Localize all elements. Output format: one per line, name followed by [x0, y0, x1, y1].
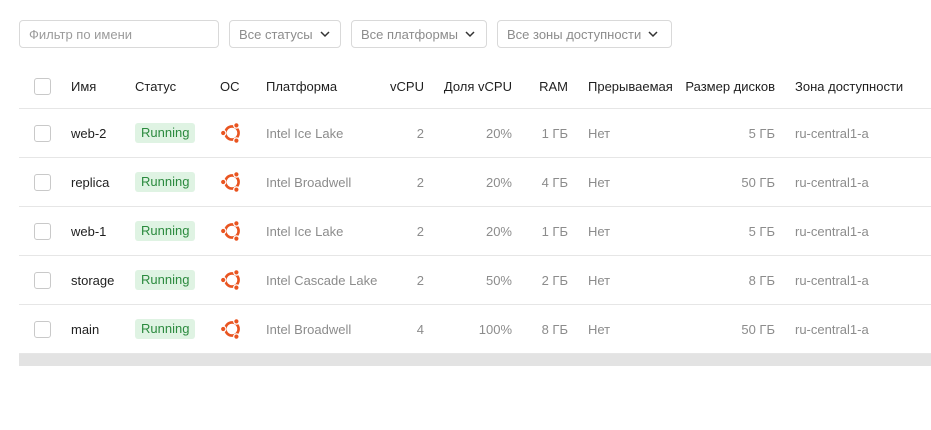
zone-filter-label: Все зоны доступности — [507, 26, 642, 42]
header-name[interactable]: Имя — [71, 64, 135, 109]
vm-name[interactable]: storage — [71, 255, 135, 305]
disk-size-cell: 5 ГБ — [664, 206, 775, 256]
platform-cell: Intel Broadwell — [266, 157, 384, 207]
header-vcpu-share[interactable]: Доля vCPU — [424, 64, 512, 109]
header-os[interactable]: ОС — [220, 64, 266, 109]
vm-table-container: Имя Статус ОС Платформа vCPU Доля vCPU R… — [19, 64, 931, 354]
header-platform[interactable]: Платформа — [266, 64, 384, 109]
ram-cell: 2 ГБ — [512, 255, 568, 305]
table-row[interactable]: storage Running Intel Cascade Lake 2 50% 2 ГБ… — [19, 255, 931, 305]
vcpu-cell: 2 — [384, 157, 424, 207]
vcpu-share-cell: 100% — [424, 304, 512, 354]
table-header-row: Имя Статус ОС Платформа vCPU Доля vCPU R… — [19, 64, 931, 109]
header-status[interactable]: Статус — [135, 64, 220, 109]
vcpu-share-cell: 20% — [424, 108, 512, 158]
preemptible-cell: Нет — [568, 304, 664, 354]
disk-size-cell: 50 ГБ — [664, 157, 775, 207]
disk-size-cell: 50 ГБ — [664, 304, 775, 354]
header-disk-size[interactable]: Размер дисков — [664, 64, 775, 109]
vm-name[interactable]: web-1 — [71, 206, 135, 256]
row-checkbox[interactable] — [34, 124, 51, 142]
vm-name[interactable]: main — [71, 304, 135, 354]
status-badge: Running — [135, 319, 196, 339]
table-row[interactable]: replica Running Intel Broadwell 2 20% 4 ГБ Нет… — [19, 157, 931, 207]
horizontal-scrollbar[interactable] — [19, 354, 931, 366]
vcpu-cell: 2 — [384, 206, 424, 256]
status-filter-select[interactable]: Все статусы — [229, 20, 341, 48]
ubuntu-icon — [219, 219, 244, 243]
status-badge: Running — [135, 270, 196, 290]
preemptible-cell: Нет — [568, 157, 664, 207]
zone-cell: ru-central1-a — [775, 304, 931, 354]
platform-filter-select[interactable]: Все платформы — [351, 20, 487, 48]
row-checkbox[interactable] — [34, 320, 51, 338]
ubuntu-icon — [219, 121, 244, 145]
platform-cell: Intel Ice Lake — [266, 206, 384, 256]
table-body: web-2 Running Intel Ice Lake 2 20% 1 ГБ Нет 5 Г… — [19, 108, 931, 354]
header-preemptible[interactable]: Прерываемая — [568, 64, 673, 109]
disk-size-cell: 8 ГБ — [664, 255, 775, 305]
status-badge: Running — [135, 221, 196, 241]
table-row[interactable]: main Running Intel Broadwell 4 100% 8 ГБ Нет 50… — [19, 304, 931, 354]
zone-cell: ru-central1-a — [775, 206, 931, 256]
vcpu-share-cell: 50% — [424, 255, 512, 305]
vm-name[interactable]: replica — [71, 157, 135, 207]
row-checkbox[interactable] — [34, 271, 51, 289]
ubuntu-icon — [219, 268, 244, 292]
chevron-down-icon — [648, 31, 658, 38]
header-vcpu[interactable]: vCPU — [384, 64, 424, 109]
platform-cell: Intel Cascade Lake — [266, 255, 384, 305]
ubuntu-icon — [219, 170, 244, 194]
platform-cell: Intel Broadwell — [266, 304, 384, 354]
select-all-checkbox[interactable] — [34, 77, 51, 95]
vcpu-cell: 2 — [384, 255, 424, 305]
row-checkbox[interactable] — [34, 173, 51, 191]
preemptible-cell: Нет — [568, 206, 664, 256]
disk-size-cell: 5 ГБ — [664, 108, 775, 158]
name-filter-input[interactable] — [19, 20, 219, 48]
platform-cell: Intel Ice Lake — [266, 108, 384, 158]
chevron-down-icon — [320, 31, 330, 38]
table-row[interactable]: web-1 Running Intel Ice Lake 2 20% 1 ГБ Нет 5 Г… — [19, 206, 931, 256]
vcpu-cell: 2 — [384, 108, 424, 158]
preemptible-cell: Нет — [568, 255, 664, 305]
platform-filter-label: Все платформы — [361, 26, 458, 42]
table-row[interactable]: web-2 Running Intel Ice Lake 2 20% 1 ГБ Нет 5 Г… — [19, 108, 931, 158]
vcpu-share-cell: 20% — [424, 157, 512, 207]
preemptible-cell: Нет — [568, 108, 664, 158]
vm-name[interactable]: web-2 — [71, 108, 135, 158]
zone-cell: ru-central1-a — [775, 157, 931, 207]
header-ram[interactable]: RAM — [512, 64, 568, 109]
zone-cell: ru-central1-a — [775, 108, 931, 158]
vcpu-share-cell: 20% — [424, 206, 512, 256]
filter-bar: Все статусы Все платформы Все зоны досту… — [19, 20, 672, 48]
vcpu-cell: 4 — [384, 304, 424, 354]
row-checkbox[interactable] — [34, 222, 51, 240]
ram-cell: 1 ГБ — [512, 206, 568, 256]
ram-cell: 4 ГБ — [512, 157, 568, 207]
status-badge: Running — [135, 172, 196, 192]
ram-cell: 8 ГБ — [512, 304, 568, 354]
status-filter-label: Все статусы — [239, 26, 313, 42]
vm-table: Имя Статус ОС Платформа vCPU Доля vCPU R… — [19, 64, 931, 354]
zone-cell: ru-central1-a — [775, 255, 931, 305]
header-zone[interactable]: Зона доступности — [775, 64, 931, 109]
ram-cell: 1 ГБ — [512, 108, 568, 158]
status-badge: Running — [135, 123, 196, 143]
zone-filter-select[interactable]: Все зоны доступности — [497, 20, 672, 48]
ubuntu-icon — [219, 317, 244, 341]
chevron-down-icon — [465, 31, 475, 38]
